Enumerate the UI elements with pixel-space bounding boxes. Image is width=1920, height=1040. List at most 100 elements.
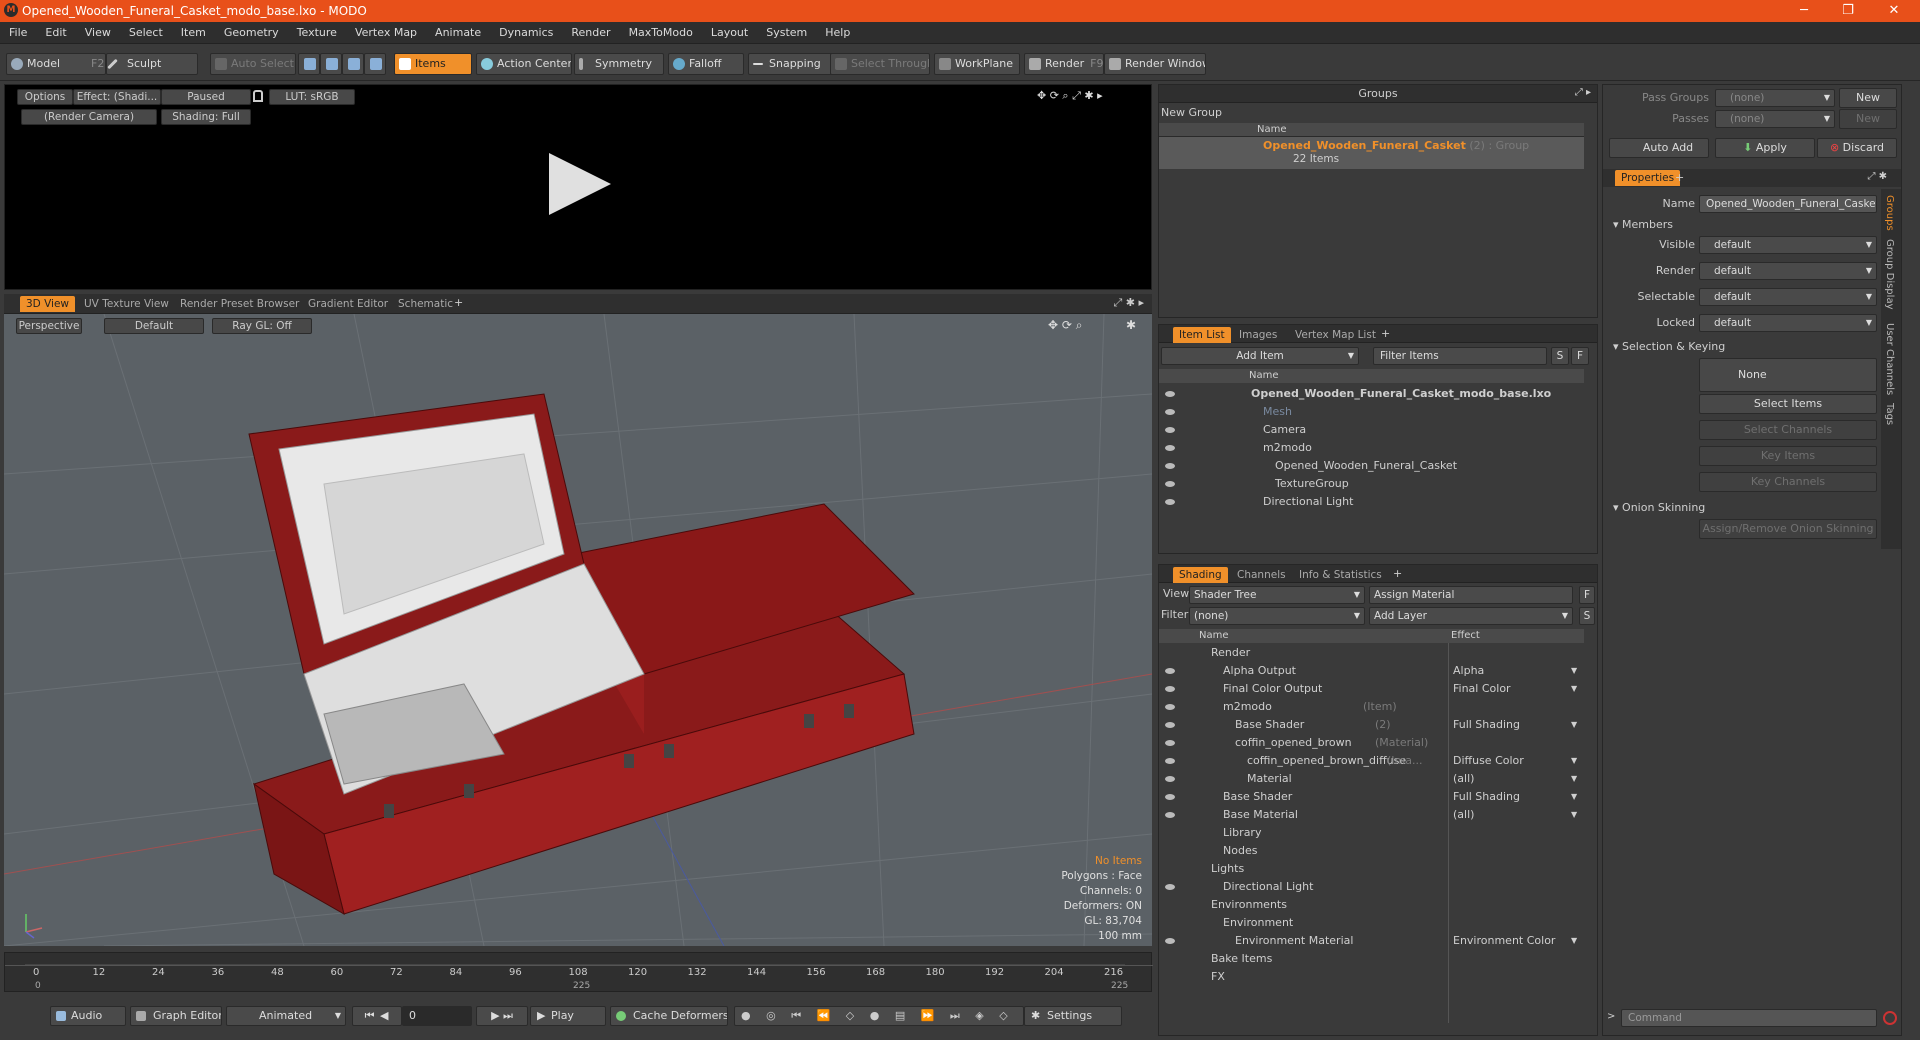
select-channels-button[interactable]: Select Channels [1699,420,1877,440]
members-section[interactable]: ▾ Members [1613,218,1673,231]
render-camera-dropdown[interactable]: (Render Camera) [21,109,157,125]
groups-panel-icons[interactable]: ⤢ ▸ [1575,87,1591,98]
tab-item-list[interactable]: Item List [1173,327,1231,343]
shader-tree-row[interactable]: coffin_opened_brown (Material) [1159,734,1584,752]
workplane-button[interactable]: WorkPlane [934,53,1020,75]
symmetry-button[interactable]: Symmetry [574,53,664,75]
default-style-dropdown[interactable]: Default [104,318,204,334]
eye-icon[interactable] [1165,794,1175,800]
shader-item-effect[interactable]: Environment Color [1453,932,1555,950]
eye-icon[interactable] [1165,445,1175,451]
add-tab-icon[interactable]: + [454,296,463,309]
restore-icon[interactable]: ❐ [1826,0,1870,22]
eye-icon[interactable] [1165,884,1175,890]
eye-icon[interactable] [1165,391,1175,397]
vertices-mode-icon[interactable] [298,53,320,75]
menu-maxtomodo[interactable]: MaxToModo [620,26,702,39]
animated-dropdown[interactable]: Animated ▼ [226,1006,346,1026]
chevron-down-icon[interactable]: ▼ [1571,788,1577,806]
key-channels-button[interactable]: Key Channels [1699,472,1877,492]
eye-icon[interactable] [1165,776,1175,782]
shader-item-effect[interactable]: Full Shading [1453,788,1520,806]
shader-tree-row[interactable]: Alpha Output Alpha ▼ [1159,662,1584,680]
preview-effect-dropdown[interactable]: Effect: (Shadi... [73,89,161,105]
discard-button[interactable]: ⊗ Discard [1817,138,1897,158]
shader-tree-row[interactable]: Final Color Output Final Color ▼ [1159,680,1584,698]
item-list-row[interactable]: Opened_Wooden_Funeral_Casket_modo_base.l… [1159,385,1584,403]
settings-button[interactable]: ✱ Settings [1024,1006,1122,1026]
shader-item-effect[interactable]: Diffuse Color [1453,752,1524,770]
frame-field[interactable]: 0 [402,1006,472,1026]
eye-icon[interactable] [1165,812,1175,818]
tab-render-preset-browser[interactable]: Render Preset Browser [174,296,305,312]
selection-keying-section[interactable]: ▾ Selection & Keying [1613,340,1725,353]
add-tab-icon[interactable]: + [1675,171,1684,184]
menu-view[interactable]: View [76,26,120,39]
record-macro-icon[interactable] [1883,1011,1897,1025]
eye-icon[interactable] [1165,499,1175,505]
tab-3d-view[interactable]: 3D View [20,296,76,312]
tab-vertex-map-list[interactable]: Vertex Map List [1289,327,1382,343]
preview-nav-icons[interactable]: ✥ ⟳ ⌕ ⤢ ✱ ▸ [1037,89,1137,103]
menu-select[interactable]: Select [120,26,172,39]
prev-key-buttons[interactable]: ⏮ ◀ [352,1006,402,1026]
passes-dropdown[interactable]: (none) ▼ [1715,110,1835,128]
eye-icon[interactable] [1165,938,1175,944]
shader-filter-dropdown[interactable]: (none) ▼ [1189,607,1365,625]
pass-groups-dropdown[interactable]: (none) ▼ [1715,89,1835,107]
shader-tree-row[interactable]: Nodes [1159,842,1584,860]
shader-tree-row[interactable]: Directional Light [1159,878,1584,896]
eye-icon[interactable] [1165,409,1175,415]
menu-layout[interactable]: Layout [702,26,757,39]
item-list-row[interactable]: Directional Light [1159,493,1584,511]
item-list-row[interactable]: m2modo [1159,439,1584,457]
select-through-button[interactable]: Select Through [830,53,930,75]
tab-uv-texture-view[interactable]: UV Texture View [78,296,175,312]
timeline[interactable]: 0 12 24 36 48 60 72 84 96 108 120 132 144 156 168 180 19… [4,952,1153,992]
shader-item-effect[interactable]: Full Shading [1453,716,1520,734]
shader-tree-row[interactable]: Environment [1159,914,1584,932]
render-window-button[interactable]: Render Window [1104,53,1206,75]
properties-panel-icons[interactable]: ⤢ ✱ [1867,171,1887,182]
menu-file[interactable]: File [0,26,36,39]
selectable-dropdown[interactable]: default ▼ [1699,288,1877,306]
add-tab-icon[interactable]: + [1381,327,1390,340]
tab-shading[interactable]: Shading [1173,567,1228,583]
shader-item-effect[interactable]: Alpha [1453,662,1484,680]
locked-dropdown[interactable]: default ▼ [1699,314,1877,332]
assign-onion-skinning-button[interactable]: Assign/Remove Onion Skinning [1699,519,1877,539]
lock-icon[interactable] [253,90,263,102]
item-list-row[interactable]: Camera [1159,421,1584,439]
chevron-down-icon[interactable]: ▼ [1571,716,1577,734]
eye-icon[interactable] [1165,722,1175,728]
key-items-button[interactable]: Key Items [1699,446,1877,466]
filter-s-button[interactable]: S [1551,347,1569,365]
shader-tree-row[interactable]: Base Shader (2) Full Shading ▼ [1159,716,1584,734]
action-center-button[interactable]: Action Center [476,53,572,75]
materials-mode-icon[interactable] [364,53,386,75]
new-pass-group-button[interactable]: New [1839,88,1897,108]
shader-tree-row[interactable]: Base Material (all) ▼ [1159,806,1584,824]
preview-options-button[interactable]: Options [17,89,73,105]
add-item-dropdown[interactable]: Add Item ▼ [1161,347,1359,365]
preview-paused-button[interactable]: Paused [161,89,251,105]
menu-system[interactable]: System [757,26,816,39]
side-tab-groups[interactable]: Groups [1884,195,1895,231]
play-button[interactable]: ▶ Play [530,1006,606,1026]
eye-icon[interactable] [1165,740,1175,746]
shading-dropdown[interactable]: Shading: Full [161,109,251,125]
shader-item-effect[interactable]: (all) [1453,770,1474,788]
add-layer-dropdown[interactable]: Add Layer ▼ [1369,607,1573,625]
viewport-tab-icons[interactable]: ⤢ ✱ ▸ [1113,296,1144,310]
group-row[interactable]: Opened_Wooden_Funeral_Casket (2) : Group… [1159,137,1584,169]
command-input[interactable]: Command [1621,1009,1877,1027]
eye-icon[interactable] [1165,758,1175,764]
chevron-down-icon[interactable]: ▼ [1571,932,1577,950]
tab-gradient-editor[interactable]: Gradient Editor [302,296,394,312]
shading-f-button[interactable]: F [1579,586,1595,604]
filter-f-button[interactable]: F [1571,347,1589,365]
falloff-button[interactable]: Falloff [668,53,744,75]
shader-tree-row[interactable]: FX [1159,968,1584,986]
minimize-icon[interactable]: ─ [1782,0,1826,22]
menu-render[interactable]: Render [562,26,619,39]
